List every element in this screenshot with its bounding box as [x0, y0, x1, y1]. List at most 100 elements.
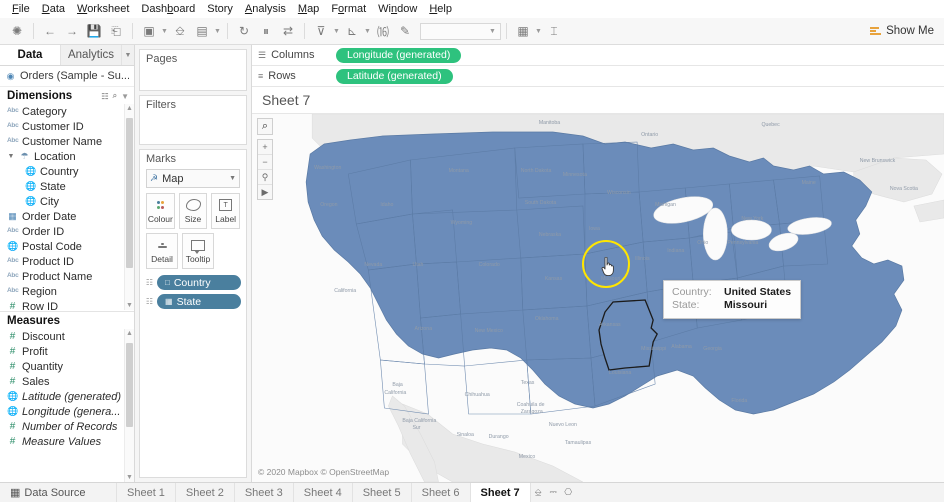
filters-card[interactable]: Filters	[139, 95, 247, 145]
columns-pill-longitude[interactable]: Longitude (generated)	[336, 48, 461, 63]
field-product-name[interactable]: Abc Product Name	[0, 269, 134, 284]
clear-sheet-icon[interactable]: ▤	[191, 21, 213, 41]
sort-ascending-icon[interactable]: ⊽	[310, 21, 332, 41]
menu-item-map[interactable]: Map	[292, 2, 325, 16]
labels-icon[interactable]: ⒃	[372, 21, 394, 41]
field-row-id[interactable]: # Row ID	[0, 299, 134, 310]
scroll-down-icon[interactable]: ▼	[126, 474, 133, 481]
clear-sheet-dropdown-icon[interactable]: ▼	[213, 28, 222, 35]
menu-item-file[interactable]: FFileile	[6, 2, 36, 16]
sort-descending-icon[interactable]: ⊾	[341, 21, 363, 41]
scroll-thumb[interactable]	[126, 343, 133, 427]
scroll-thumb[interactable]	[126, 118, 133, 268]
chevron-down-icon[interactable]: ▼	[7, 153, 15, 160]
tableau-logo-icon[interactable]: ✺	[6, 21, 28, 41]
menu-item-format[interactable]: Format	[325, 2, 372, 16]
tab-data[interactable]: Data	[0, 45, 61, 65]
sheet-tab-4[interactable]: Sheet 4	[294, 483, 353, 502]
highlight-icon[interactable]: ✎	[394, 21, 416, 41]
scroll-up-icon[interactable]: ▲	[126, 330, 133, 337]
show-me-button[interactable]: Show Me	[870, 25, 934, 37]
data-source-tab[interactable]: ▦ Data Source	[0, 483, 117, 502]
sort-descending-dropdown-icon[interactable]: ▼	[363, 28, 372, 35]
fit-dropdown-icon[interactable]: ▼	[534, 28, 543, 35]
measure-longitude-generated[interactable]: 🌐 Longitude (genera...	[0, 404, 134, 419]
sheet-tab-6[interactable]: Sheet 6	[412, 483, 471, 502]
menu-item-help[interactable]: Help	[423, 2, 458, 16]
sheet-tab-2[interactable]: Sheet 2	[176, 483, 235, 502]
marks-pill-state[interactable]: ▦ State	[157, 294, 241, 309]
size-button[interactable]: Size	[179, 193, 208, 229]
zoom-in-button[interactable]: +	[258, 140, 272, 155]
data-source-row[interactable]: ◉ Orders (Sample - Su...	[0, 66, 134, 87]
field-order-id[interactable]: Abc Order ID	[0, 224, 134, 239]
presentation-mode-icon[interactable]: ⌶	[543, 21, 565, 41]
menu-item-data[interactable]: Data	[36, 2, 71, 16]
scroll-down-icon[interactable]: ▼	[126, 302, 133, 309]
sheet-tab-3[interactable]: Sheet 3	[235, 483, 294, 502]
new-worksheet-icon[interactable]: ⎒	[531, 483, 546, 502]
map-search-button[interactable]: ⌕	[257, 118, 273, 135]
field-category[interactable]: Abc Category	[0, 104, 134, 119]
menu-item-story[interactable]: Story	[201, 2, 239, 16]
field-customer-id[interactable]: Abc Customer ID	[0, 119, 134, 134]
label-button[interactable]: T Label	[211, 193, 240, 229]
field-city[interactable]: 🌐 City	[0, 194, 134, 209]
field-country[interactable]: 🌐 Country	[0, 164, 134, 179]
menu-item-worksheet[interactable]: Worksheet	[71, 2, 135, 16]
new-dashboard-icon[interactable]: ⎓	[546, 483, 561, 502]
tab-analytics[interactable]: Analytics	[61, 45, 122, 65]
save-icon[interactable]: 💾	[83, 21, 105, 41]
rows-pill-latitude[interactable]: Latitude (generated)	[336, 69, 453, 84]
map-options-button[interactable]: ▶	[258, 185, 272, 199]
sort-ascending-dropdown-icon[interactable]: ▼	[332, 28, 341, 35]
measures-list[interactable]: ▲ ▼ # Discount # Profit # Quantity #	[0, 329, 134, 482]
fit-image-icon[interactable]: ▦	[512, 21, 534, 41]
undo-icon[interactable]: ←	[39, 21, 61, 41]
tooltip-button[interactable]: Tooltip	[182, 233, 214, 269]
fit-dropdown[interactable]: ▼	[420, 23, 501, 40]
worksheet-title-bar[interactable]: Sheet 7	[252, 87, 944, 114]
group-by-icon[interactable]: ☷	[101, 92, 108, 101]
field-state[interactable]: 🌐 State	[0, 179, 134, 194]
measure-sales[interactable]: # Sales	[0, 374, 134, 389]
scroll-up-icon[interactable]: ▲	[126, 105, 133, 112]
map-canvas[interactable]: Washington Oregon Idaho Montana Wyoming …	[252, 114, 944, 482]
marks-type-dropdown[interactable]: ☭ Map ▼	[146, 169, 240, 188]
menu-item-analysis[interactable]: Analysis	[239, 2, 292, 16]
new-worksheet-dropdown-icon[interactable]: ▼	[160, 28, 169, 35]
new-worksheet-icon[interactable]: ▣	[138, 21, 160, 41]
measure-profit[interactable]: # Profit	[0, 344, 134, 359]
refresh-icon[interactable]: ↻	[233, 21, 255, 41]
measure-discount[interactable]: # Discount	[0, 329, 134, 344]
marks-pill-country[interactable]: □ Country	[157, 275, 241, 290]
field-customer-name[interactable]: Abc Customer Name	[0, 134, 134, 149]
search-icon[interactable]: ⌕	[113, 91, 117, 101]
measure-number-of-records[interactable]: # Number of Records	[0, 419, 134, 434]
field-product-id[interactable]: Abc Product ID	[0, 254, 134, 269]
colour-button[interactable]: Colour	[146, 193, 175, 229]
menu-item-window[interactable]: Window	[372, 2, 423, 16]
dimensions-scrollbar[interactable]: ▲ ▼	[124, 104, 134, 310]
pages-card[interactable]: Pages	[139, 49, 247, 91]
new-data-source-icon[interactable]: ⎗	[105, 21, 127, 41]
sheet-tab-5[interactable]: Sheet 5	[353, 483, 412, 502]
measure-measure-values[interactable]: # Measure Values	[0, 434, 134, 449]
rows-shelf[interactable]: ≡ Rows Latitude (generated)	[252, 66, 944, 87]
field-location-group[interactable]: ▼ ☂ Location	[0, 149, 134, 164]
menu-item-dashboard[interactable]: Dashboard	[135, 2, 201, 16]
duplicate-sheet-icon[interactable]: ⎒	[169, 21, 191, 41]
measure-quantity[interactable]: # Quantity	[0, 359, 134, 374]
zoom-out-button[interactable]: −	[258, 155, 272, 170]
data-pane-menu-icon[interactable]: ▼	[122, 45, 134, 65]
field-order-date[interactable]: ▦ Order Date	[0, 209, 134, 224]
sheet-tab-1[interactable]: Sheet 1	[117, 483, 176, 502]
swap-rows-columns-icon[interactable]: ⇄	[277, 21, 299, 41]
new-story-icon[interactable]: ⎔	[561, 483, 576, 502]
measures-scrollbar[interactable]: ▲ ▼	[124, 329, 134, 482]
field-postal-code[interactable]: 🌐 Postal Code	[0, 239, 134, 254]
pause-updates-icon[interactable]: ⏸	[255, 21, 277, 41]
dimensions-list[interactable]: ▲ ▼ Abc Category Abc Customer ID Abc Cus…	[0, 104, 134, 310]
pin-map-button[interactable]: ⚲	[258, 170, 272, 185]
detail-button[interactable]: Detail	[146, 233, 178, 269]
